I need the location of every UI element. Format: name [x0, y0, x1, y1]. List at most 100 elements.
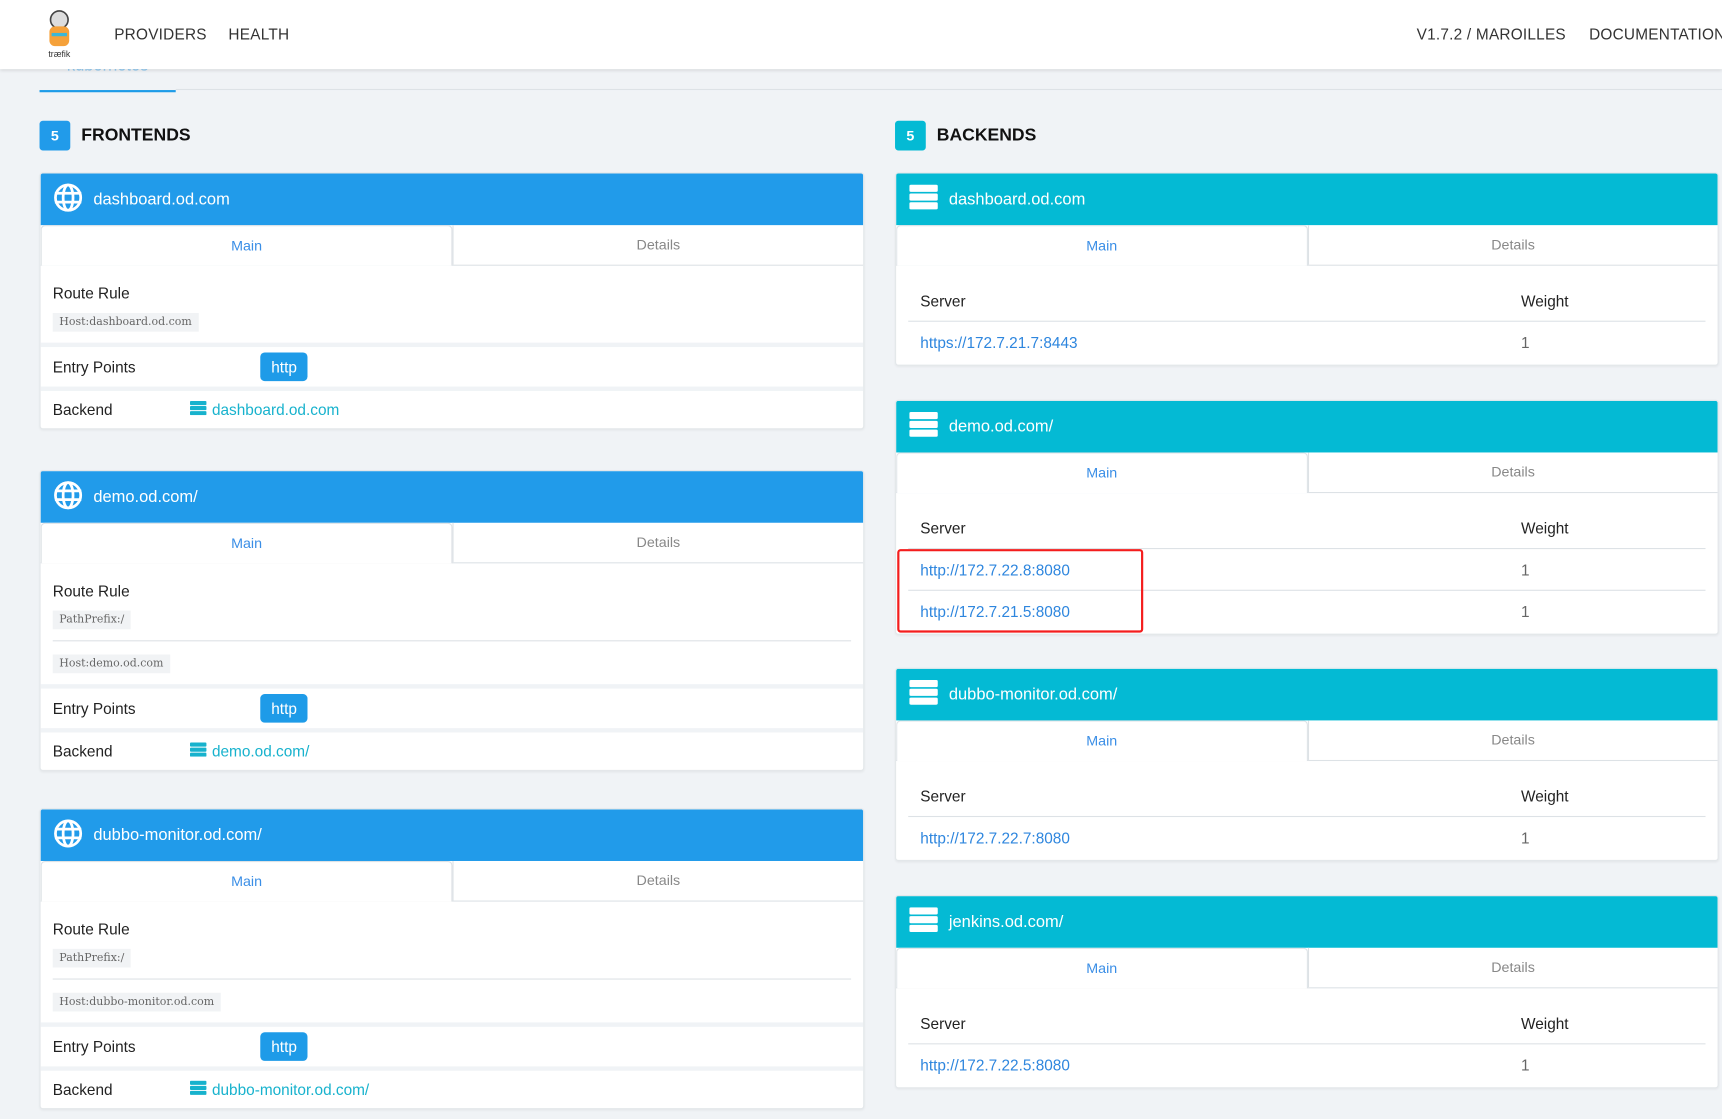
- backend-link-text[interactable]: demo.od.com/: [212, 742, 309, 760]
- backend-card: dashboard.od.com Main Details Server Weigh…: [895, 172, 1719, 366]
- backend-card: jenkins.od.com/ Main Details Server Weight…: [895, 895, 1719, 1089]
- tab-main[interactable]: Main: [40, 225, 453, 266]
- server-weight: 1: [1521, 333, 1530, 351]
- nav-version[interactable]: V1.7.2 / MAROILLES: [1417, 25, 1566, 43]
- route-rule-label: Route Rule: [52, 582, 130, 600]
- top-navbar: træfik PROVIDERS HEALTH V1.7.2 / MAROILL…: [0, 0, 1722, 70]
- frontend-card: dubbo-monitor.od.com/ Main Details Route …: [39, 808, 865, 1110]
- frontend-header: dubbo-monitor.od.com/: [40, 809, 864, 861]
- tab-details[interactable]: Details: [452, 860, 863, 901]
- backend-link[interactable]: dashboard.od.com: [189, 400, 339, 419]
- server-weight: 1: [1521, 1055, 1530, 1074]
- frontend-card: dashboard.od.com Main Details Route Rule …: [39, 172, 865, 430]
- backend-label: Backend: [52, 1080, 113, 1099]
- svg-text:træfik: træfik: [48, 49, 71, 59]
- highlight-box: [897, 549, 1144, 633]
- nav-providers[interactable]: PROVIDERS: [114, 25, 207, 43]
- entry-point-badge: http: [260, 1032, 308, 1061]
- server-icon: [189, 400, 207, 419]
- backend-label: Backend: [52, 742, 113, 760]
- backend-name: dashboard.od.com: [948, 189, 1086, 209]
- backend-link[interactable]: demo.od.com/: [189, 742, 309, 760]
- tab-main[interactable]: Main: [896, 947, 1308, 989]
- server-row: http://172.7.22.7:8080 1: [908, 815, 1706, 858]
- tab-main[interactable]: Main: [896, 225, 1308, 266]
- route-rule-label: Route Rule: [52, 920, 130, 938]
- backends-heading: 5 BACKENDS: [895, 120, 1037, 151]
- server-column-header: Server: [920, 1014, 966, 1033]
- route-rule-code: PathPrefix:/: [52, 610, 131, 630]
- backend-header: demo.od.com/: [896, 400, 1718, 453]
- server-column-header: Server: [920, 787, 966, 805]
- tab-main[interactable]: Main: [40, 522, 453, 564]
- frontends-count-badge: 5: [39, 120, 71, 151]
- globe-icon: [54, 818, 83, 852]
- server-icon: [189, 1080, 207, 1098]
- globe-icon: [54, 183, 83, 216]
- backend-link-text[interactable]: dashboard.od.com: [212, 401, 339, 419]
- server-url[interactable]: http://172.7.22.5:8080: [920, 1056, 1070, 1074]
- backend-header: jenkins.od.com/: [896, 896, 1718, 948]
- server-weight: 1: [1521, 602, 1530, 620]
- frontend-header: demo.od.com/: [40, 471, 864, 523]
- tab-details[interactable]: Details: [1307, 225, 1717, 265]
- frontends-title: FRONTENDS: [81, 125, 191, 145]
- backend-name: demo.od.com/: [948, 417, 1054, 436]
- servers-table-header: Server Weight: [908, 776, 1705, 816]
- entry-points-label: Entry Points: [52, 1037, 136, 1056]
- server-column-header: Server: [920, 292, 966, 310]
- entry-points-label: Entry Points: [52, 358, 136, 376]
- tab-details[interactable]: Details: [452, 522, 863, 563]
- globe-icon: [54, 480, 83, 513]
- backend-header: dashboard.od.com: [896, 173, 1718, 226]
- server-url[interactable]: https://172.7.21.7:8443: [920, 333, 1077, 351]
- backends-count-badge: 5: [895, 120, 926, 151]
- frontend-name: dubbo-monitor.od.com/: [93, 825, 262, 845]
- servers-table-header: Server Weight: [908, 508, 1705, 548]
- server-weight: 1: [1521, 560, 1530, 579]
- backend-card: dubbo-monitor.od.com/ Main Details Server…: [895, 667, 1719, 861]
- tab-divider: [175, 88, 1722, 91]
- route-rule-code: PathPrefix:/: [52, 948, 131, 968]
- frontends-heading: 5 FRONTENDS: [39, 120, 191, 151]
- backends-title: BACKENDS: [936, 125, 1037, 145]
- frontend-header: dashboard.od.com: [40, 173, 864, 226]
- tab-main[interactable]: Main: [896, 452, 1308, 494]
- tab-details[interactable]: Details: [1307, 947, 1717, 988]
- server-icon: [909, 184, 938, 214]
- backend-name: dubbo-monitor.od.com/: [948, 685, 1118, 704]
- tab-main[interactable]: Main: [896, 720, 1308, 762]
- server-icon: [189, 742, 207, 760]
- server-icon: [909, 907, 938, 937]
- frontend-name: dashboard.od.com: [93, 189, 230, 209]
- nav-health[interactable]: HEALTH: [228, 25, 289, 43]
- server-url[interactable]: http://172.7.22.7:8080: [920, 829, 1070, 847]
- route-rule-label: Route Rule: [52, 284, 130, 303]
- tab-details[interactable]: Details: [1307, 720, 1717, 760]
- weight-column-header: Weight: [1521, 1014, 1569, 1033]
- server-icon: [909, 411, 938, 442]
- page: kubernetes træfik PROVIDERS HEALTH V1.7.…: [0, 0, 1722, 1119]
- backend-label: Backend: [52, 400, 113, 419]
- servers-table-header: Server Weight: [908, 1004, 1705, 1044]
- weight-column-header: Weight: [1521, 519, 1569, 538]
- weight-column-header: Weight: [1521, 787, 1569, 805]
- tab-details[interactable]: Details: [452, 225, 863, 265]
- route-rule-code: Host:dashboard.od.com: [52, 312, 199, 332]
- backend-link[interactable]: dubbo-monitor.od.com/: [189, 1080, 369, 1099]
- server-row: http://172.7.22.5:8080 1: [908, 1043, 1706, 1085]
- servers-table-header: Server Weight: [908, 281, 1705, 321]
- tab-main[interactable]: Main: [40, 860, 453, 902]
- entry-points-label: Entry Points: [52, 699, 136, 718]
- nav-documentation[interactable]: DOCUMENTATION: [1589, 25, 1722, 43]
- frontend-card: demo.od.com/ Main Details Route Rule Path…: [39, 470, 865, 771]
- traefik-logo[interactable]: træfik: [42, 9, 77, 60]
- route-rule-code: Host:dubbo-monitor.od.com: [52, 992, 221, 1012]
- tab-details[interactable]: Details: [1307, 452, 1717, 492]
- backend-name: jenkins.od.com/: [948, 912, 1064, 932]
- frontend-name: demo.od.com/: [93, 487, 198, 507]
- weight-column-header: Weight: [1521, 292, 1569, 310]
- backend-header: dubbo-monitor.od.com/: [896, 668, 1718, 721]
- server-weight: 1: [1521, 828, 1530, 847]
- backend-link-text[interactable]: dubbo-monitor.od.com/: [212, 1081, 369, 1099]
